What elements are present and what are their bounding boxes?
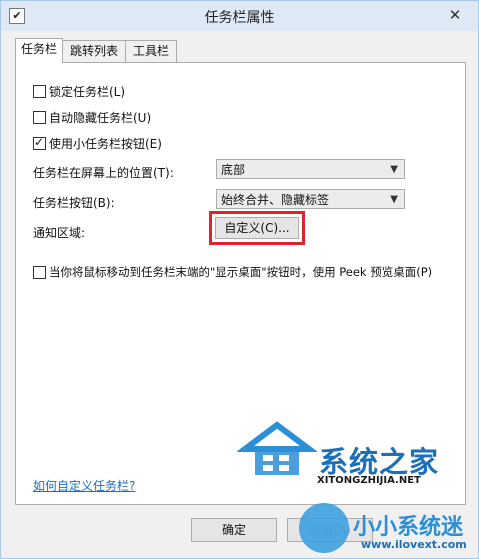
watermark-url-2: www.ilovext.com [361, 538, 467, 551]
tab-panel [15, 62, 466, 505]
tab-taskbar[interactable]: 任务栏 [15, 38, 63, 63]
taskbar-buttons-value: 始终合并、隐藏标签 [221, 193, 330, 207]
lock-taskbar-checkbox[interactable] [33, 85, 46, 98]
ok-button[interactable]: 确定 [191, 518, 277, 542]
chevron-down-icon: ▼ [390, 194, 398, 205]
small-buttons-checkbox[interactable] [33, 135, 46, 150]
window-title: 任务栏属性 [204, 10, 275, 26]
title-bar: ✔ 任务栏属性 ✕ [1, 1, 478, 31]
auto-hide-label: 自动隐藏任务栏(U) [49, 111, 152, 125]
chevron-down-icon: ▼ [390, 164, 398, 175]
peek-label: 当你将鼠标移动到任务栏末端的"显示桌面"按钮时，使用 Peek 预览桌面(P) [49, 265, 433, 279]
tab-toolbars[interactable]: 工具栏 [125, 40, 177, 62]
customize-button[interactable]: 自定义(C)... [215, 217, 299, 239]
notification-area-label: 通知区域: [33, 226, 86, 240]
peek-checkbox[interactable] [33, 266, 46, 279]
small-buttons-label: 使用小任务栏按钮(E) [49, 137, 162, 151]
taskbar-properties-dialog: ✔ 任务栏属性 ✕ 任务栏 跳转列表 工具栏 锁定任务栏(L) 自动隐藏任务栏(… [0, 0, 479, 559]
position-select[interactable]: 底部 ▼ [216, 159, 405, 179]
position-label: 任务栏在屏幕上的位置(T): [33, 166, 174, 180]
auto-hide-checkbox[interactable] [33, 111, 46, 124]
close-icon[interactable]: ✕ [438, 4, 472, 26]
taskbar-buttons-select[interactable]: 始终合并、隐藏标签 ▼ [216, 189, 405, 209]
tab-jump-lists[interactable]: 跳转列表 [62, 40, 126, 62]
taskbar-buttons-label: 任务栏按钮(B): [33, 196, 115, 210]
position-value: 底部 [221, 163, 246, 177]
apply-button[interactable]: 应用(A) [287, 518, 373, 542]
lock-taskbar-label: 锁定任务栏(L) [49, 85, 126, 99]
help-link[interactable]: 如何自定义任务栏? [33, 477, 135, 494]
